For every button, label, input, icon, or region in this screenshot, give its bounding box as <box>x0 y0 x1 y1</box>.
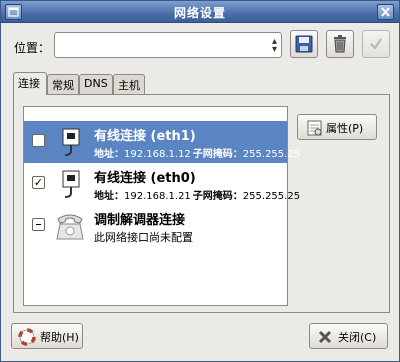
help-label: 帮助(H) <box>40 331 79 344</box>
tab-dns[interactable]: DNS <box>79 74 113 94</box>
tab-hosts[interactable]: 主机 <box>113 74 145 94</box>
address-label: 地址： <box>94 191 124 202</box>
eth0-enable-checkbox[interactable]: ✓ <box>32 176 45 189</box>
mask-label: 子网掩码： <box>192 191 243 202</box>
connection-name: 有线连接 (eth0) <box>94 171 196 186</box>
properties-icon <box>307 120 322 136</box>
close-label: 关闭(C) <box>338 331 377 344</box>
list-item-modem[interactable]: 调制解调器连接 此网络接口尚未配置 <box>24 205 287 247</box>
eth1-enable-checkbox[interactable] <box>32 134 45 147</box>
ethernet-plug-icon <box>62 128 80 156</box>
apply-location-button[interactable] <box>362 30 390 58</box>
connection-name: 调制解调器连接 <box>94 213 186 228</box>
connections-panel: 有线连接 (eth1) 地址：192.168.1.12 子网掩码：255.255… <box>13 94 390 313</box>
address-value: 192.168.1.21 <box>124 191 191 202</box>
save-location-button[interactable] <box>290 30 318 58</box>
modem-phone-icon <box>56 214 84 240</box>
mask-value: 255.255.25 <box>242 191 301 202</box>
properties-label: 属性(P) <box>326 122 364 135</box>
help-button[interactable]: 帮助(H) <box>11 323 83 349</box>
title-bar[interactable]: 网络设置 <box>1 1 399 23</box>
tab-general[interactable]: 常规 <box>47 74 79 94</box>
close-button[interactable]: 关闭(C) <box>309 323 388 349</box>
combo-arrows-icon: ▴ ▾ <box>271 36 277 55</box>
mask-value: 255.255.25 <box>242 149 301 160</box>
save-icon <box>295 35 313 53</box>
connection-status: 此网络接口尚未配置 <box>94 231 193 244</box>
list-item-eth0[interactable]: ✓ 有线连接 (eth0) 地址：192.168.1.21 子网掩码：255.2… <box>24 163 300 205</box>
connection-details: 地址：192.168.1.12 子网掩码：255.255.25 <box>94 145 300 160</box>
delete-location-button[interactable] <box>326 30 354 58</box>
address-label: 地址： <box>94 149 124 160</box>
location-combo[interactable]: ▴ ▾ <box>54 32 282 58</box>
ethernet-plug-icon <box>62 170 80 198</box>
modem-enable-checkbox[interactable] <box>32 218 45 231</box>
checkmark-icon <box>370 38 382 50</box>
properties-button[interactable]: 属性(P) <box>297 114 377 140</box>
mask-label: 子网掩码： <box>192 149 243 160</box>
window-title: 网络设置 <box>173 6 226 20</box>
tab-connections[interactable]: 连接 <box>13 72 47 95</box>
address-value: 192.168.1.12 <box>124 149 191 160</box>
close-x-icon <box>318 330 332 344</box>
connection-details: 地址：192.168.1.21 子网掩码：255.255.25 <box>94 187 300 202</box>
lifebuoy-icon <box>18 328 36 346</box>
network-settings-window: 网络设置 位置： ▴ ▾ 连接 常规 DNS 主机 有线连接 (eth1) 地址… <box>0 0 400 362</box>
location-label: 位置： <box>14 41 51 55</box>
trash-icon <box>334 35 346 53</box>
close-icon[interactable] <box>377 4 394 20</box>
connection-list[interactable]: 有线连接 (eth1) 地址：192.168.1.12 子网掩码：255.255… <box>23 106 300 306</box>
connection-name: 有线连接 (eth1) <box>94 129 196 144</box>
list-item-eth1[interactable]: 有线连接 (eth1) 地址：192.168.1.12 子网掩码：255.255… <box>24 121 300 163</box>
